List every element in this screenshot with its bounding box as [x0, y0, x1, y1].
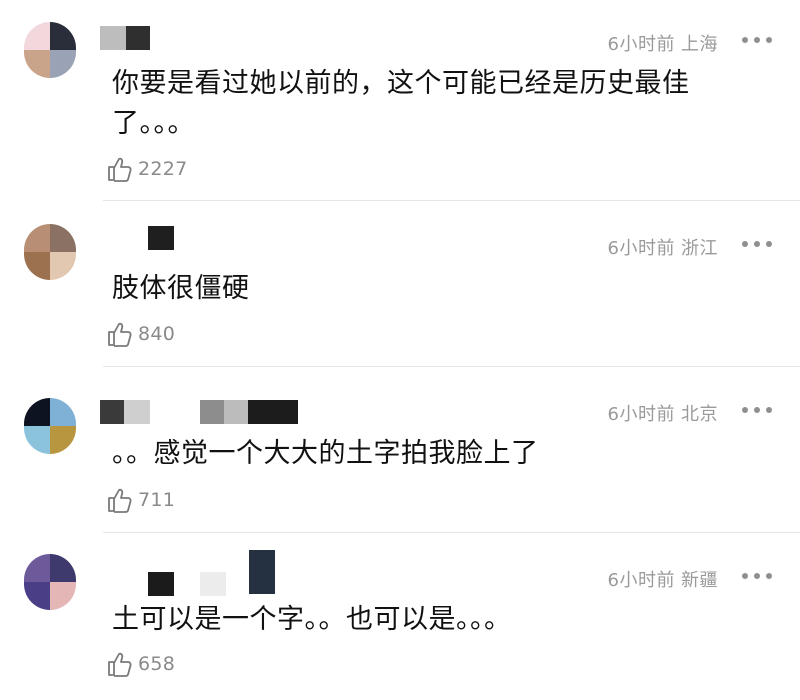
comment-meta: 6小时前 北京	[608, 400, 718, 426]
comment-feed: 6小时前 上海 你要是看过她以前的，这个可能已经是历史最佳了。。。 2227 6小…	[0, 0, 800, 700]
divider	[103, 200, 800, 201]
like-button[interactable]: 658	[106, 650, 175, 678]
like-count: 840	[138, 323, 176, 345]
comment-text: 你要是看过她以前的，这个可能已经是历史最佳了。。。	[112, 68, 690, 139]
divider	[103, 532, 800, 533]
comment-location: 新疆	[681, 570, 718, 591]
comment-meta: 6小时前 上海	[608, 30, 718, 56]
comment-meta: 6小时前 浙江	[608, 234, 718, 260]
comment-time: 6小时前	[607, 570, 675, 591]
like-button[interactable]: 711	[106, 486, 175, 514]
more-dots-icon[interactable]	[742, 571, 772, 581]
comment-item: 6小时前 上海 你要是看过她以前的，这个可能已经是历史最佳了。。。 2227	[0, 0, 800, 182]
more-dots-icon[interactable]	[742, 35, 772, 45]
more-dots-icon[interactable]	[742, 405, 772, 415]
comment-location: 北京	[681, 404, 718, 425]
thumbs-up-icon	[108, 322, 132, 347]
comment-text: 肢体很僵硬	[112, 273, 250, 304]
comment-location: 浙江	[681, 238, 718, 259]
avatar[interactable]	[24, 554, 76, 610]
comment-item: 6小时前 北京 。。感觉一个大大的土字拍我脸上了 711	[0, 366, 800, 532]
comment-time: 6小时前	[607, 34, 675, 55]
like-button[interactable]: 2227	[106, 155, 188, 183]
thumbs-up-icon	[108, 488, 132, 513]
more-dots-icon[interactable]	[742, 239, 772, 249]
avatar[interactable]	[24, 224, 76, 280]
like-count: 2227	[138, 158, 188, 180]
divider	[103, 366, 800, 367]
avatar[interactable]	[24, 398, 76, 454]
comment-item: 6小时前 浙江 肢体很僵硬 840	[0, 200, 800, 366]
avatar[interactable]	[24, 22, 76, 78]
username-redacted[interactable]	[100, 26, 150, 50]
comment-time: 6小时前	[607, 404, 675, 425]
like-button[interactable]: 840	[106, 320, 175, 348]
comment-location: 上海	[681, 34, 718, 55]
thumbs-up-icon	[108, 652, 132, 677]
comment-meta: 6小时前 新疆	[608, 566, 718, 592]
comment-time: 6小时前	[607, 238, 675, 259]
username-redacted[interactable]	[148, 572, 226, 596]
like-count: 658	[138, 653, 176, 675]
username-redacted[interactable]	[148, 226, 174, 250]
username-redacted-part	[249, 550, 275, 594]
username-redacted[interactable]	[100, 400, 298, 424]
comment-text: 。。感觉一个大大的土字拍我脸上了	[112, 438, 539, 469]
thumbs-up-icon	[108, 157, 132, 182]
comment-item: 6小时前 新疆 土可以是一个字。。也可以是。。。 658	[0, 532, 800, 698]
comment-text: 土可以是一个字。。也可以是。。。	[112, 604, 512, 635]
like-count: 711	[138, 489, 176, 511]
